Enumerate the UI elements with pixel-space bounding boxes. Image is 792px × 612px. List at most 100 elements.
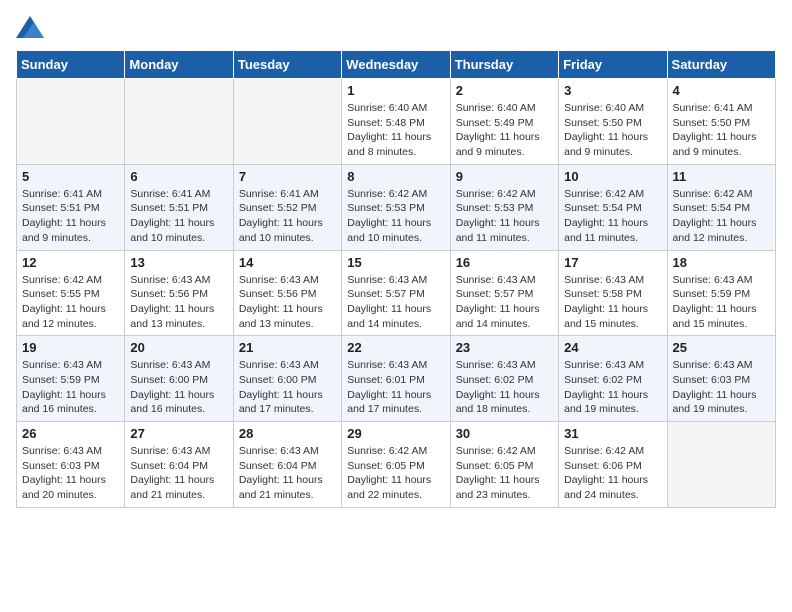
day-info: Sunrise: 6:41 AMSunset: 5:51 PMDaylight:… <box>130 187 227 246</box>
day-cell: 27 Sunrise: 6:43 AMSunset: 6:04 PMDayligh… <box>125 422 233 508</box>
day-info: Sunrise: 6:42 AMSunset: 5:55 PMDaylight:… <box>22 273 119 332</box>
day-cell: 4Sunrise: 6:41 AMSunset: 5:50 PMDaylight… <box>667 79 775 165</box>
day-cell: 20Sunrise: 6:43 AMSunset: 6:00 PMDayligh… <box>125 336 233 422</box>
day-info: Sunrise: 6:41 AMSunset: 5:50 PMDaylight:… <box>673 101 770 160</box>
day-number: 26 <box>22 426 119 441</box>
day-number: 18 <box>673 255 770 270</box>
day-info: Sunrise: 6:40 AMSunset: 5:48 PMDaylight:… <box>347 101 444 160</box>
day-cell: 15 Sunrise: 6:43 AMSunset: 5:57 PMDayligh… <box>342 250 450 336</box>
logo-icon <box>16 16 44 38</box>
day-info: Sunrise: 6:40 AMSunset: 5:50 PMDaylight:… <box>564 101 661 160</box>
day-cell: 10Sunrise: 6:42 AMSunset: 5:54 PMDayligh… <box>559 164 667 250</box>
day-info: Sunrise: 6:43 AMSunset: 6:04 PMDaylight:… <box>130 444 227 503</box>
day-number: 30 <box>456 426 553 441</box>
day-info: Sunrise: 6:43 AMSunset: 5:56 PMDaylight:… <box>130 273 227 332</box>
day-number: 24 <box>564 340 661 355</box>
day-info: Sunrise: 6:43 AMSunset: 6:00 PMDaylight:… <box>239 358 336 417</box>
day-cell: 2 Sunrise: 6:40 AMSunset: 5:49 PMDaylight… <box>450 79 558 165</box>
day-cell: 18 Sunrise: 6:43 AMSunset: 5:59 PMDayligh… <box>667 250 775 336</box>
calendar-week-row: 26Sunrise: 6:43 AMSunset: 6:03 PMDayligh… <box>17 422 776 508</box>
calendar-week-row: 5 Sunrise: 6:41 AMSunset: 5:51 PMDaylight… <box>17 164 776 250</box>
day-cell: 16 Sunrise: 6:43 AMSunset: 5:57 PMDayligh… <box>450 250 558 336</box>
day-number: 17 <box>564 255 661 270</box>
day-cell: 22 Sunrise: 6:43 AMSunset: 6:01 PMDayligh… <box>342 336 450 422</box>
day-number: 5 <box>22 169 119 184</box>
day-number: 11 <box>673 169 770 184</box>
day-info: Sunrise: 6:43 AMSunset: 6:01 PMDaylight:… <box>347 358 444 417</box>
calendar-week-row: 19 Sunrise: 6:43 AMSunset: 5:59 PMDayligh… <box>17 336 776 422</box>
day-number: 23 <box>456 340 553 355</box>
day-number: 15 <box>347 255 444 270</box>
day-number: 28 <box>239 426 336 441</box>
day-number: 6 <box>130 169 227 184</box>
day-info: Sunrise: 6:40 AMSunset: 5:49 PMDaylight:… <box>456 101 553 160</box>
day-cell: 12 Sunrise: 6:42 AMSunset: 5:55 PMDayligh… <box>17 250 125 336</box>
day-info: Sunrise: 6:43 AMSunset: 5:57 PMDaylight:… <box>456 273 553 332</box>
day-header-wednesday: Wednesday <box>342 51 450 79</box>
day-number: 2 <box>456 83 553 98</box>
day-number: 14 <box>239 255 336 270</box>
day-cell: 24Sunrise: 6:43 AMSunset: 6:02 PMDayligh… <box>559 336 667 422</box>
day-number: 19 <box>22 340 119 355</box>
day-info: Sunrise: 6:42 AMSunset: 5:54 PMDaylight:… <box>673 187 770 246</box>
day-cell: 28 Sunrise: 6:43 AMSunset: 6:04 PMDayligh… <box>233 422 341 508</box>
day-cell: 19 Sunrise: 6:43 AMSunset: 5:59 PMDayligh… <box>17 336 125 422</box>
day-header-monday: Monday <box>125 51 233 79</box>
day-info: Sunrise: 6:43 AMSunset: 6:03 PMDaylight:… <box>673 358 770 417</box>
day-number: 20 <box>130 340 227 355</box>
empty-cell <box>667 422 775 508</box>
day-info: Sunrise: 6:42 AMSunset: 5:53 PMDaylight:… <box>456 187 553 246</box>
day-info: Sunrise: 6:43 AMSunset: 5:57 PMDaylight:… <box>347 273 444 332</box>
day-cell: 30Sunrise: 6:42 AMSunset: 6:05 PMDayligh… <box>450 422 558 508</box>
logo <box>16 16 48 38</box>
day-info: Sunrise: 6:42 AMSunset: 6:06 PMDaylight:… <box>564 444 661 503</box>
day-header-tuesday: Tuesday <box>233 51 341 79</box>
day-number: 13 <box>130 255 227 270</box>
day-header-friday: Friday <box>559 51 667 79</box>
empty-cell <box>233 79 341 165</box>
day-number: 29 <box>347 426 444 441</box>
day-cell: 17 Sunrise: 6:43 AMSunset: 5:58 PMDayligh… <box>559 250 667 336</box>
day-cell: 1Sunrise: 6:40 AMSunset: 5:48 PMDaylight… <box>342 79 450 165</box>
day-cell: 5 Sunrise: 6:41 AMSunset: 5:51 PMDaylight… <box>17 164 125 250</box>
day-info: Sunrise: 6:43 AMSunset: 6:02 PMDaylight:… <box>456 358 553 417</box>
day-number: 7 <box>239 169 336 184</box>
day-cell: 13 Sunrise: 6:43 AMSunset: 5:56 PMDayligh… <box>125 250 233 336</box>
calendar-week-row: 12 Sunrise: 6:42 AMSunset: 5:55 PMDayligh… <box>17 250 776 336</box>
day-cell: 7 Sunrise: 6:41 AMSunset: 5:52 PMDaylight… <box>233 164 341 250</box>
day-number: 21 <box>239 340 336 355</box>
day-cell: 14 Sunrise: 6:43 AMSunset: 5:56 PMDayligh… <box>233 250 341 336</box>
day-info: Sunrise: 6:42 AMSunset: 5:53 PMDaylight:… <box>347 187 444 246</box>
day-header-thursday: Thursday <box>450 51 558 79</box>
day-number: 22 <box>347 340 444 355</box>
day-number: 25 <box>673 340 770 355</box>
day-info: Sunrise: 6:43 AMSunset: 5:59 PMDaylight:… <box>673 273 770 332</box>
day-header-saturday: Saturday <box>667 51 775 79</box>
day-info: Sunrise: 6:43 AMSunset: 5:59 PMDaylight:… <box>22 358 119 417</box>
day-info: Sunrise: 6:43 AMSunset: 5:58 PMDaylight:… <box>564 273 661 332</box>
day-header-sunday: Sunday <box>17 51 125 79</box>
day-number: 8 <box>347 169 444 184</box>
day-cell: 26Sunrise: 6:43 AMSunset: 6:03 PMDayligh… <box>17 422 125 508</box>
day-number: 9 <box>456 169 553 184</box>
day-cell: 21 Sunrise: 6:43 AMSunset: 6:00 PMDayligh… <box>233 336 341 422</box>
calendar-header-row: SundayMondayTuesdayWednesdayThursdayFrid… <box>17 51 776 79</box>
day-number: 31 <box>564 426 661 441</box>
calendar-table: SundayMondayTuesdayWednesdayThursdayFrid… <box>16 50 776 508</box>
day-info: Sunrise: 6:41 AMSunset: 5:51 PMDaylight:… <box>22 187 119 246</box>
day-number: 12 <box>22 255 119 270</box>
day-number: 16 <box>456 255 553 270</box>
calendar-week-row: 1Sunrise: 6:40 AMSunset: 5:48 PMDaylight… <box>17 79 776 165</box>
day-cell: 8 Sunrise: 6:42 AMSunset: 5:53 PMDaylight… <box>342 164 450 250</box>
day-info: Sunrise: 6:42 AMSunset: 5:54 PMDaylight:… <box>564 187 661 246</box>
empty-cell <box>17 79 125 165</box>
day-cell: 9 Sunrise: 6:42 AMSunset: 5:53 PMDaylight… <box>450 164 558 250</box>
day-cell: 3Sunrise: 6:40 AMSunset: 5:50 PMDaylight… <box>559 79 667 165</box>
day-number: 27 <box>130 426 227 441</box>
day-info: Sunrise: 6:43 AMSunset: 5:56 PMDaylight:… <box>239 273 336 332</box>
day-info: Sunrise: 6:43 AMSunset: 6:04 PMDaylight:… <box>239 444 336 503</box>
day-cell: 23 Sunrise: 6:43 AMSunset: 6:02 PMDayligh… <box>450 336 558 422</box>
day-cell: 11 Sunrise: 6:42 AMSunset: 5:54 PMDayligh… <box>667 164 775 250</box>
day-info: Sunrise: 6:41 AMSunset: 5:52 PMDaylight:… <box>239 187 336 246</box>
empty-cell <box>125 79 233 165</box>
